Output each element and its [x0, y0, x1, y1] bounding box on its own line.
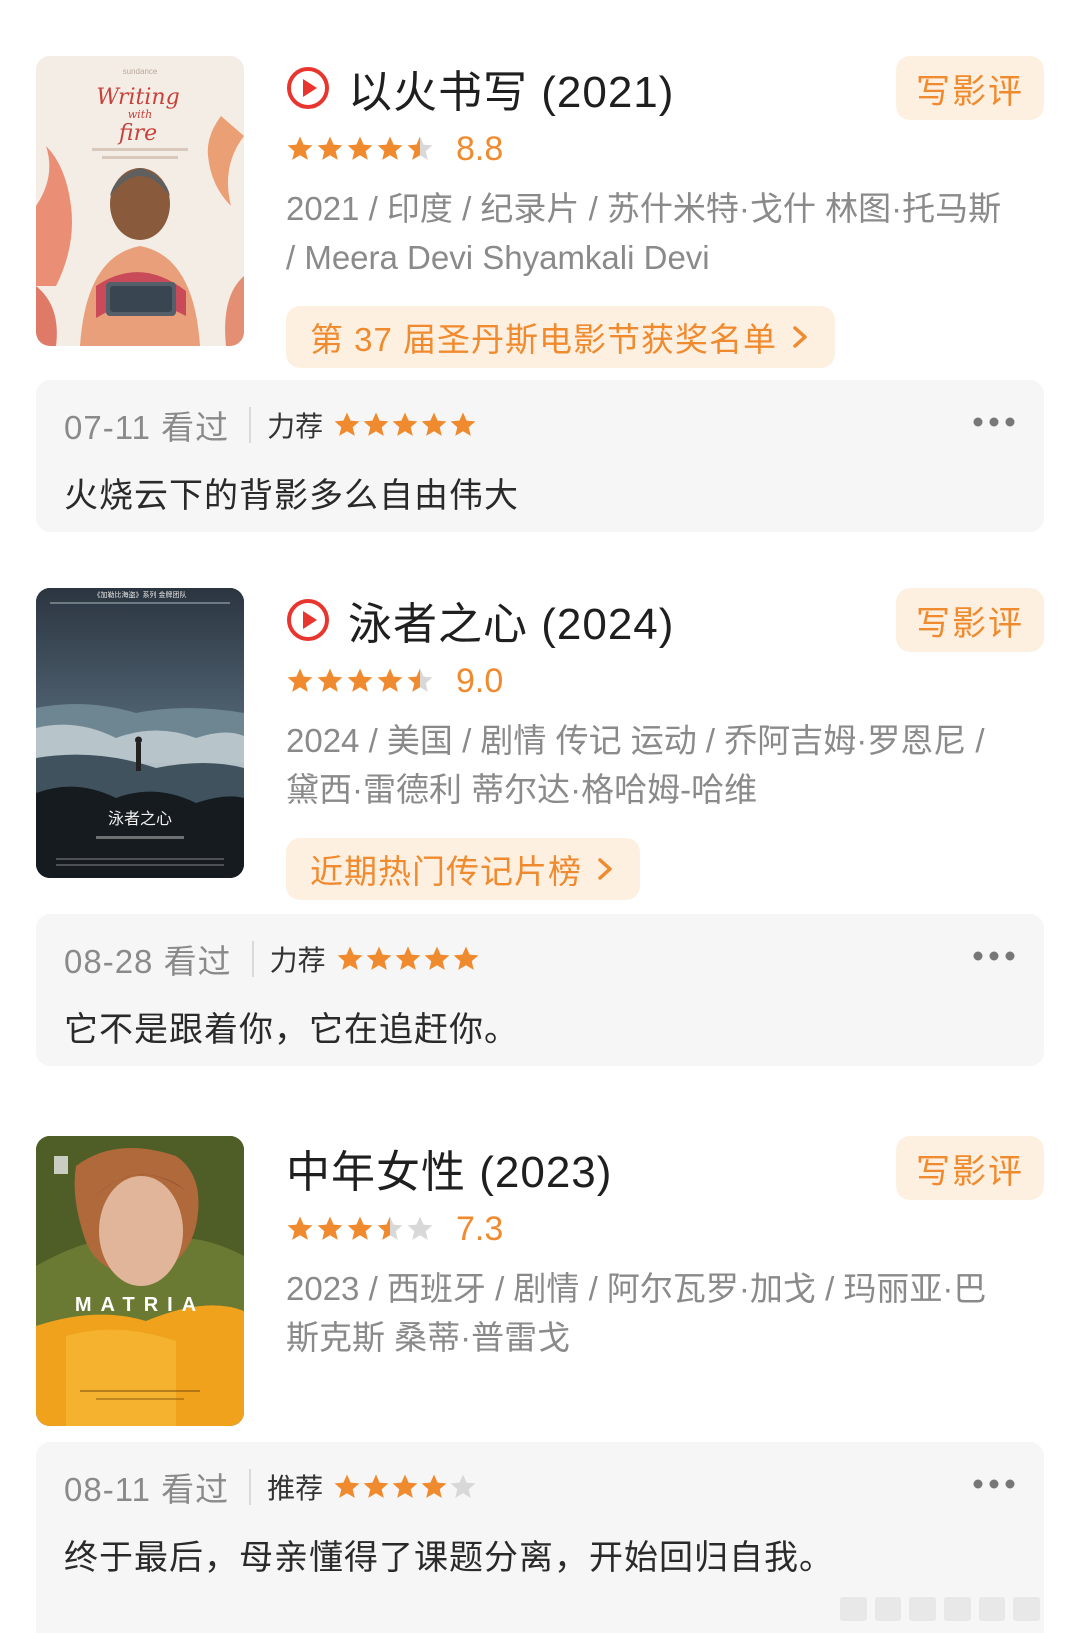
star-icon: [377, 668, 403, 692]
review-stars: [333, 1473, 478, 1501]
star-icon: [347, 668, 373, 692]
star-icon: [334, 412, 360, 436]
star-icon: [407, 1216, 433, 1240]
movie-meta: 2023 / 西班牙 / 剧情 / 阿尔瓦罗·加戈 / 玛丽亚·巴斯克斯 桑蒂·…: [286, 1270, 987, 1356]
rating-stars: [286, 135, 436, 163]
rating-score: 8.8: [456, 129, 504, 168]
rating-score: 9.0: [456, 661, 504, 700]
star-icon: [287, 668, 313, 692]
poster-title-word: Writing: [96, 85, 179, 110]
review-text: 火烧云下的背影多么自由伟大: [64, 477, 519, 515]
review-text: 终于最后，母亲懂得了课题分离，开始回归自我。: [64, 1539, 834, 1577]
write-review-button[interactable]: 写影评: [896, 1136, 1044, 1200]
my-review-card[interactable]: 08-28 看过 力荐 它不是跟着你，它在追赶你。: [36, 914, 1044, 1066]
star-icon: [424, 946, 449, 970]
star-icon: [363, 412, 389, 436]
review-level: 力荐: [267, 411, 324, 442]
movie-item: sundance Writing with fire 以火书写 (2021) 8…: [36, 56, 1044, 368]
review-stars: [336, 945, 481, 973]
my-review-card[interactable]: 07-11 看过 力荐 火烧云下的背影多么自由伟大: [36, 380, 1044, 532]
rating-stars: [286, 1215, 436, 1243]
poster-title-word: MATRIA: [75, 1294, 205, 1316]
movie-item: 《加勒比海盗》系列 金牌团队 泳者之心 泳者之心 (2024) 9.0 2024…: [36, 588, 1044, 900]
star-icon: [407, 668, 433, 692]
star-icon: [363, 1474, 389, 1498]
star-icon: [377, 1216, 403, 1240]
star-icon: [287, 1216, 313, 1240]
poster-header-text: sundance: [123, 67, 158, 76]
movie-rating: 8.8: [286, 124, 1044, 174]
star-icon: [334, 1474, 360, 1498]
more-icon[interactable]: [972, 414, 1016, 430]
star-icon: [317, 1216, 343, 1240]
star-icon: [337, 946, 362, 970]
star-icon: [395, 946, 420, 970]
star-icon: [287, 136, 313, 160]
poster-title-word: 泳者之心: [108, 809, 172, 828]
star-icon: [407, 136, 433, 160]
rating-stars: [286, 667, 436, 695]
divider: [249, 1469, 252, 1505]
movie-title[interactable]: 以火书写 (2021): [348, 56, 674, 120]
poster-title-word: fire: [117, 121, 157, 146]
poster-header-text: 《加勒比海盗》系列 金牌团队: [94, 590, 187, 599]
movie-meta: 2024 / 美国 / 剧情 传记 运动 / 乔阿吉姆·罗恩尼 / 黛西·雷德利…: [286, 722, 985, 808]
watched-date: 07-11 看过: [64, 409, 230, 446]
star-icon: [392, 412, 418, 436]
chart-list-label: 近期热门传记片榜: [310, 853, 582, 890]
star-icon: [392, 1474, 418, 1498]
movie-title[interactable]: 中年女性 (2023): [286, 1136, 612, 1200]
movie-poster[interactable]: 《加勒比海盗》系列 金牌团队 泳者之心: [36, 588, 244, 878]
review-level: 力荐: [269, 945, 326, 976]
watermark: [840, 1597, 1041, 1621]
play-icon[interactable]: [286, 66, 330, 110]
star-icon: [347, 136, 373, 160]
review-level: 推荐: [267, 1473, 324, 1504]
star-icon: [421, 412, 447, 436]
watched-date: 08-11 看过: [64, 1471, 230, 1508]
award-list-label: 第 37 届圣丹斯电影节获奖名单: [310, 321, 778, 358]
star-icon: [317, 668, 343, 692]
movie-meta: 2021 / 印度 / 纪录片 / 苏什米特·戈什 林图·托马斯 / Meera…: [286, 190, 1002, 276]
poster-title-word: with: [128, 108, 152, 121]
chart-list-link[interactable]: 近期热门传记片榜: [286, 838, 640, 900]
movie-rating: 7.3: [286, 1204, 1044, 1254]
more-icon[interactable]: [972, 1476, 1016, 1492]
movie-poster[interactable]: sundance Writing with fire: [36, 56, 244, 346]
play-icon[interactable]: [286, 598, 330, 642]
star-icon: [421, 1474, 447, 1498]
review-stars: [333, 411, 478, 439]
star-icon: [450, 1474, 476, 1498]
movie-item: MATRIA 中年女性 (2023) 7.3 2023 / 西班牙 / 剧情 /…: [36, 1136, 1044, 1436]
star-icon: [366, 946, 391, 970]
watched-date: 08-28 看过: [64, 943, 232, 980]
chevron-right-icon: [793, 326, 807, 348]
write-review-button[interactable]: 写影评: [896, 588, 1044, 652]
review-text: 它不是跟着你，它在追赶你。: [64, 1011, 519, 1049]
movie-poster[interactable]: MATRIA: [36, 1136, 244, 1426]
divider: [251, 941, 254, 977]
rating-score: 7.3: [456, 1209, 504, 1248]
more-icon[interactable]: [972, 948, 1016, 964]
write-review-button[interactable]: 写影评: [896, 56, 1044, 120]
award-list-link[interactable]: 第 37 届圣丹斯电影节获奖名单: [286, 306, 836, 368]
movie-title[interactable]: 泳者之心 (2024): [348, 588, 674, 652]
star-icon: [453, 946, 478, 970]
star-icon: [377, 136, 403, 160]
star-icon: [450, 412, 476, 436]
star-icon: [347, 1216, 373, 1240]
divider: [249, 407, 252, 443]
star-icon: [317, 136, 343, 160]
chevron-right-icon: [598, 858, 612, 880]
movie-rating: 9.0: [286, 656, 1044, 706]
